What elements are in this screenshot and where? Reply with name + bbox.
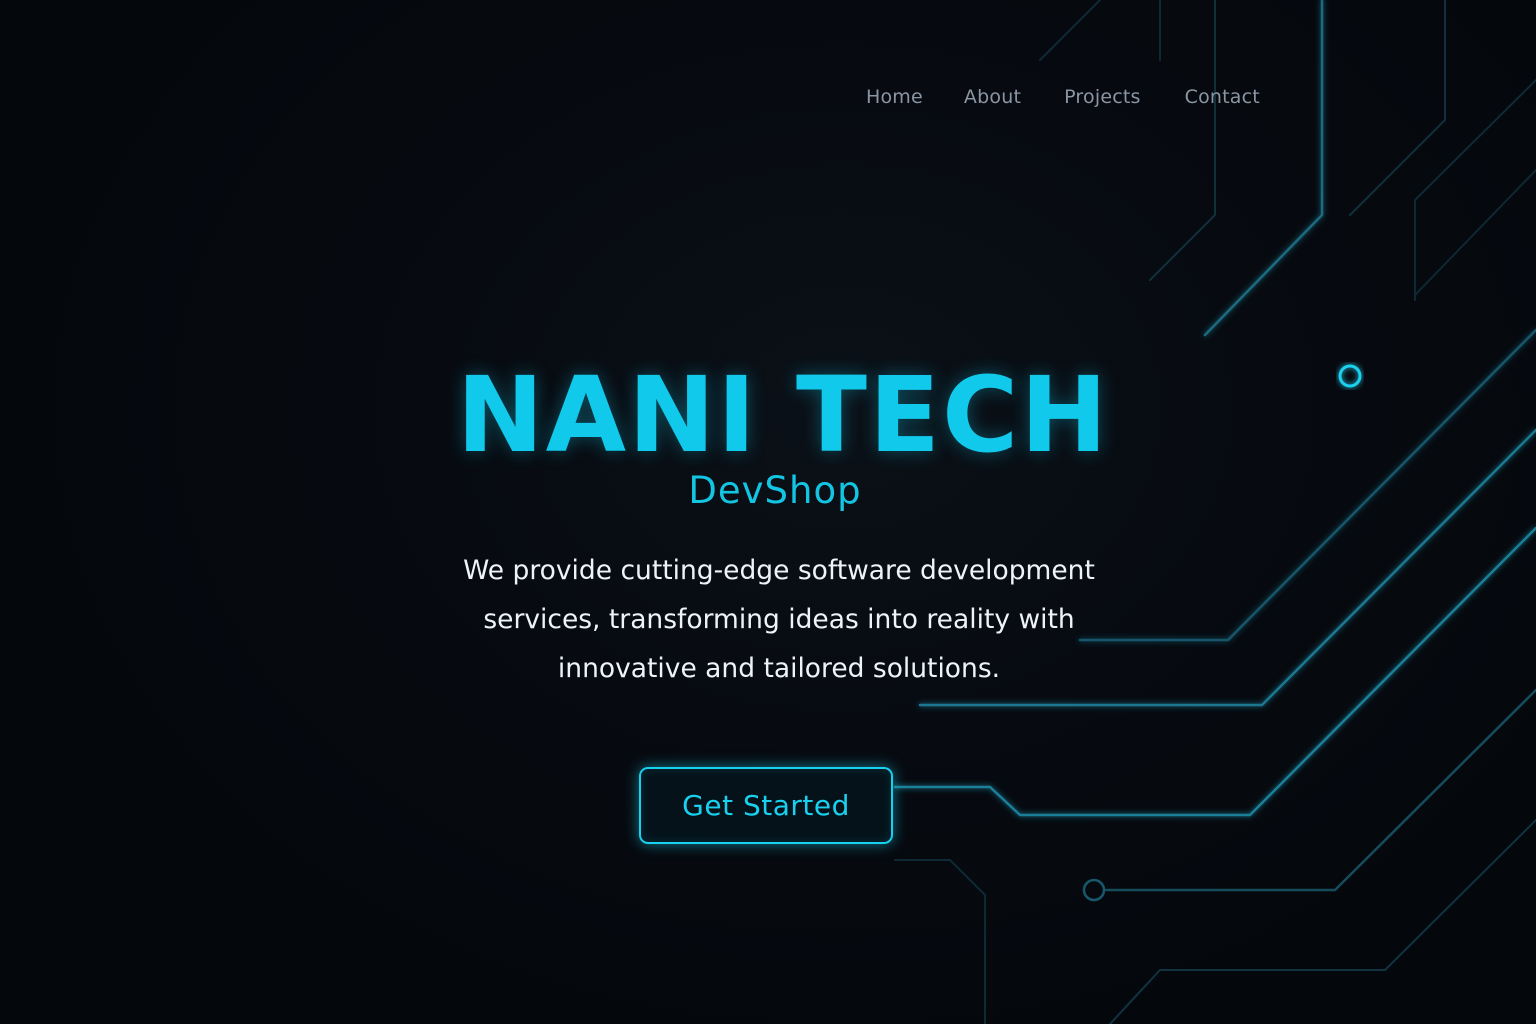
brand-title: NANI TECH <box>456 354 1110 476</box>
nav-link-projects[interactable]: Projects <box>1064 86 1141 108</box>
hero-section: NANI TECH DevShop We provide cutting-edg… <box>0 355 1536 693</box>
get-started-button[interactable]: Get Started <box>639 767 893 844</box>
nav-link-about[interactable]: About <box>964 86 1021 108</box>
nav-link-contact[interactable]: Contact <box>1185 86 1260 108</box>
brand-subtitle: DevShop <box>688 469 862 512</box>
top-navigation: Home About Projects Contact <box>866 86 1260 108</box>
nav-link-home[interactable]: Home <box>866 86 923 108</box>
hero-description: We provide cutting-edge software develop… <box>463 555 1095 684</box>
